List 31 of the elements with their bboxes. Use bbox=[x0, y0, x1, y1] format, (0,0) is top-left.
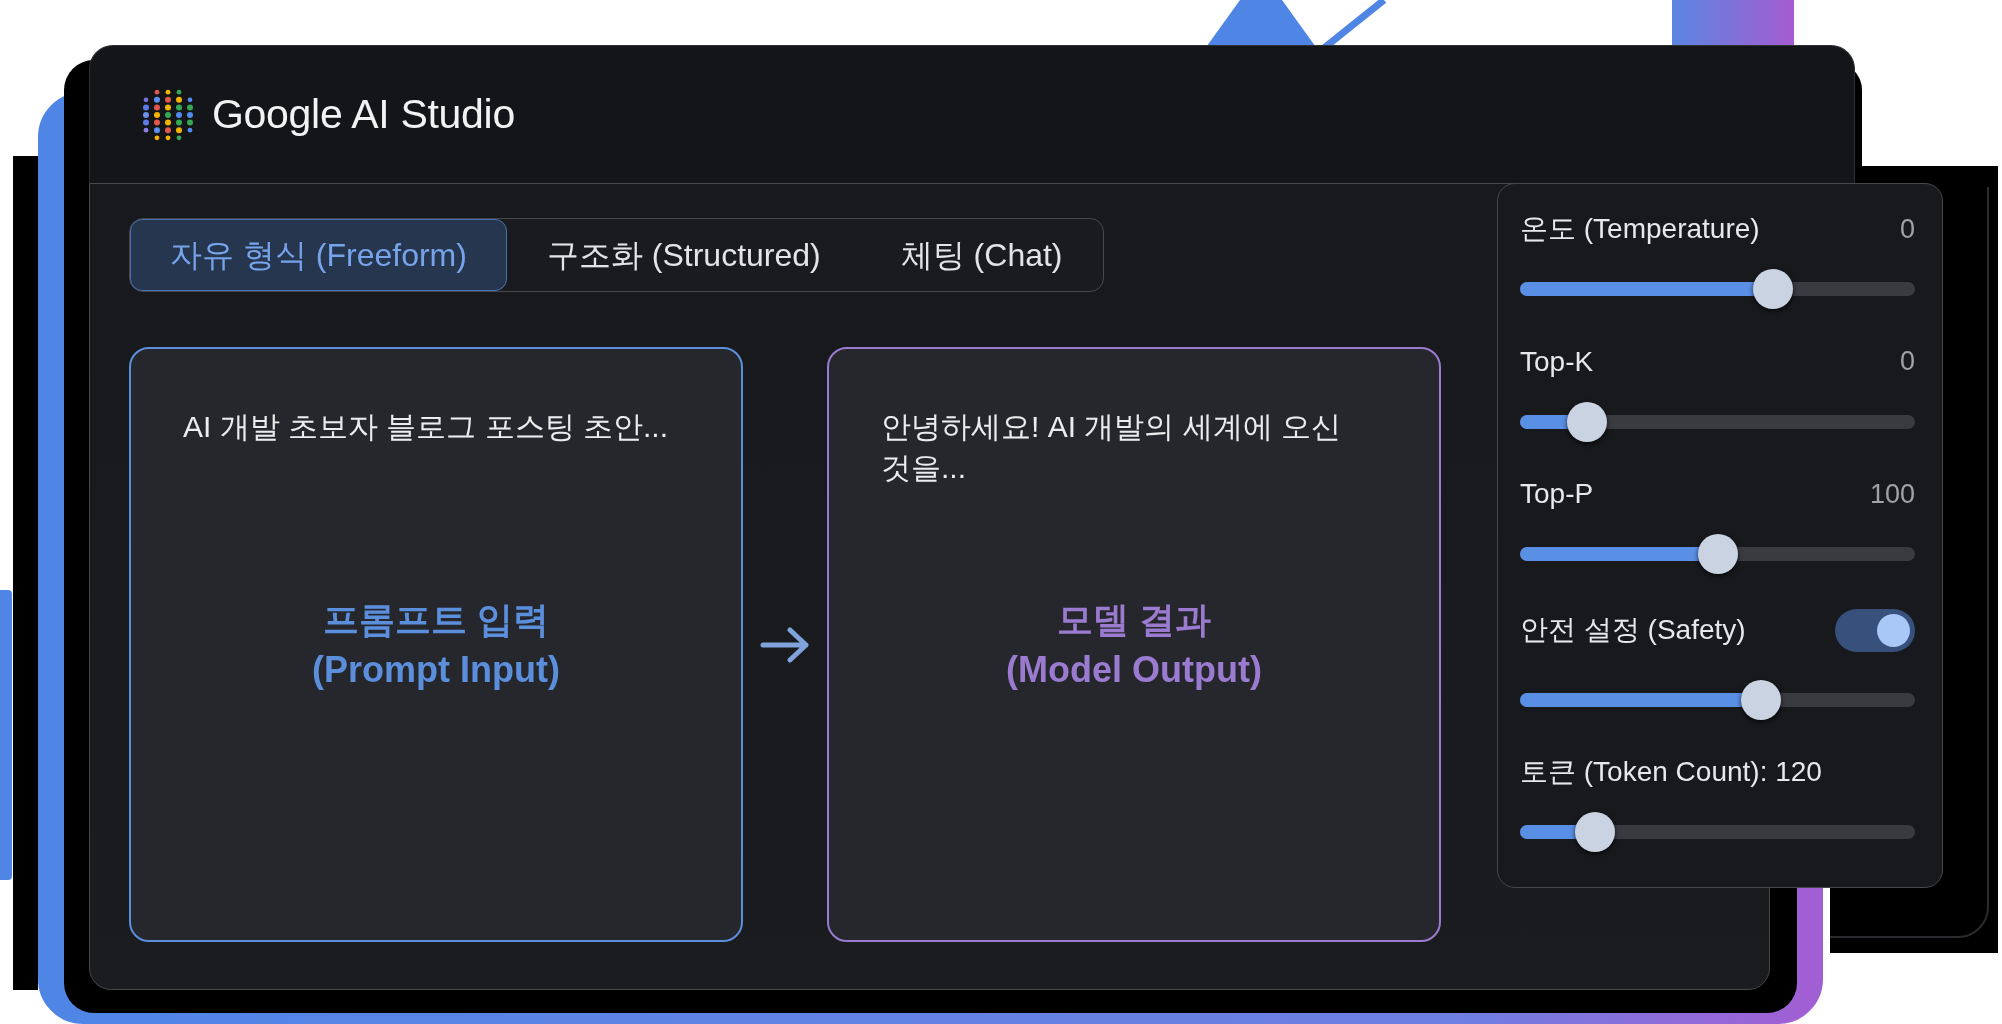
panel-title: 모델 결과 bbox=[1056, 597, 1212, 642]
tab[interactable]: 체팅 (Chat) bbox=[860, 219, 1103, 291]
prompt-text: AI 개발 초보자 블로그 포스팅 초안... bbox=[183, 409, 670, 445]
setting-label: Top-K bbox=[1520, 344, 1594, 379]
panel-subtitle: (Prompt Input) bbox=[312, 647, 560, 692]
slider-thumb[interactable] bbox=[1697, 534, 1738, 575]
slider-track[interactable] bbox=[1520, 269, 1915, 306]
response-text: 안녕하세요! AI 개발의 세계에 오신 것을... bbox=[881, 409, 1343, 486]
slider-thumb[interactable] bbox=[1567, 401, 1608, 442]
arrow-icon bbox=[760, 626, 810, 663]
setting-value: 100 bbox=[1869, 477, 1915, 511]
panel-title: 프롬프트 입력 bbox=[322, 597, 550, 642]
slider-track[interactable] bbox=[1520, 401, 1915, 439]
slider-thumb[interactable] bbox=[1740, 679, 1781, 720]
setting-label: 온도 (Temperature) bbox=[1520, 212, 1760, 246]
slider-track[interactable] bbox=[1520, 812, 1915, 849]
setting-label: 안전 설정 (Safety) bbox=[1520, 613, 1746, 648]
setting-label: Top-P bbox=[1520, 477, 1594, 512]
tab[interactable]: 구조화 (Structured) bbox=[506, 219, 861, 291]
slider-thumb[interactable] bbox=[1752, 269, 1793, 309]
slider-track[interactable] bbox=[1520, 679, 1915, 717]
prompt-field[interactable]: AI 개발 초보자 블로그 포스팅 초안... 프롬프트 입력 (Prompt Input) bbox=[129, 347, 743, 942]
panel-subtitle: (Model Output) bbox=[1006, 647, 1262, 692]
slider-track[interactable] bbox=[1520, 534, 1915, 571]
toggle-switch[interactable] bbox=[1835, 608, 1915, 652]
setting-value: 0 bbox=[1899, 212, 1915, 246]
setting-label: 토큰 (Token Count): 120 bbox=[1520, 755, 1822, 790]
app-title: Google AI Studio bbox=[212, 89, 515, 139]
slider-thumb[interactable] bbox=[1575, 812, 1616, 853]
setting-value: 0 bbox=[1899, 345, 1915, 379]
tab[interactable]: 자유 형식 (Freeform) bbox=[130, 219, 507, 291]
